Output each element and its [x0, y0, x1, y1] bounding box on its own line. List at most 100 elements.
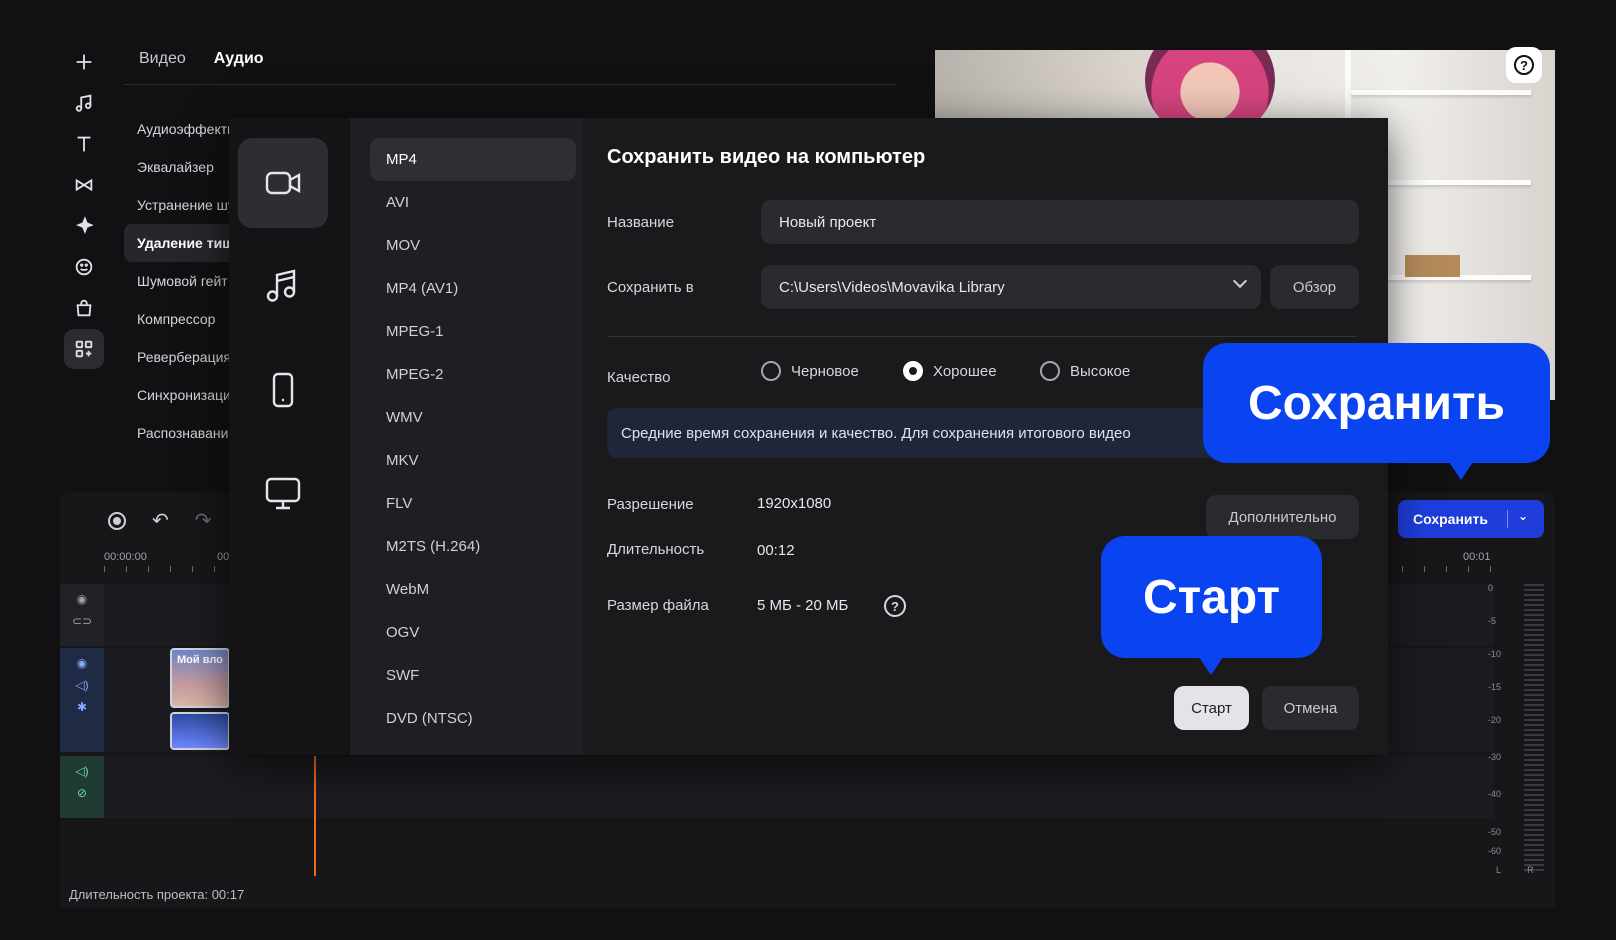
more-tools-button[interactable]: [64, 329, 104, 369]
chevron-down-icon[interactable]: ⌄: [1518, 509, 1528, 523]
stickers-button[interactable]: [64, 247, 104, 287]
format-item[interactable]: MP4 (AV1): [370, 267, 576, 310]
format-item-selected[interactable]: MP4: [370, 138, 576, 181]
help-button[interactable]: ?: [1506, 47, 1542, 83]
tab-video[interactable]: Видео: [139, 50, 186, 68]
quality-label: Качество: [607, 369, 671, 386]
music-note-icon: [75, 94, 92, 112]
meter-label: -60: [1488, 846, 1502, 856]
preview-box: [1405, 255, 1460, 277]
save-button-label: Сохранить: [1413, 511, 1488, 527]
effect-item[interactable]: Эквалайзер: [124, 148, 234, 186]
effect-item[interactable]: Устранение шума: [124, 186, 234, 224]
quality-draft-radio[interactable]: Черновое: [761, 361, 859, 381]
category-video[interactable]: [238, 138, 328, 228]
export-categories: [229, 118, 350, 755]
format-item[interactable]: WMV: [370, 396, 576, 439]
save-path-value: C:\Users\Videos\Movavika Library: [779, 278, 1005, 296]
eye-icon[interactable]: ◉: [77, 592, 87, 606]
question-icon: ?: [1514, 55, 1534, 75]
format-item[interactable]: WebM: [370, 568, 576, 611]
duration-label: Длительность: [607, 541, 705, 558]
meter-bars: [1524, 584, 1544, 874]
playhead[interactable]: [314, 756, 316, 876]
redo-icon[interactable]: ↷: [195, 508, 212, 533]
format-item[interactable]: SWF: [370, 654, 576, 697]
format-item[interactable]: MKV: [370, 439, 576, 482]
format-item[interactable]: M2TS (H.264): [370, 525, 576, 568]
format-item[interactable]: MOV: [370, 224, 576, 267]
browse-button[interactable]: Обзор: [1270, 265, 1359, 309]
track-header-video: ◉ ◁) ✱: [60, 648, 104, 752]
ruler-time-partial: 00: [217, 551, 230, 563]
sticker-icon: [75, 258, 93, 276]
volume-icon[interactable]: ◁): [75, 764, 88, 778]
titles-button[interactable]: [64, 124, 104, 164]
meter-label: -50: [1488, 827, 1502, 837]
meter-label: -10: [1488, 649, 1502, 659]
save-to-label: Сохранить в: [607, 279, 694, 296]
audio-effects-list: Аудиоэффекты Эквалайзер Устранение шума …: [124, 110, 234, 452]
volume-icon[interactable]: ◁): [75, 678, 88, 692]
tools-tabs: Видео Аудио: [139, 50, 264, 68]
format-item[interactable]: DVD (NTSC): [370, 697, 576, 740]
track-header-audio: ◁) ⊘: [60, 756, 104, 818]
text-icon: [77, 136, 91, 152]
audio-waveform-clip[interactable]: [170, 712, 230, 750]
link-icon[interactable]: ⊂⊃: [72, 614, 92, 628]
advanced-button[interactable]: Дополнительно: [1206, 495, 1359, 539]
record-icon[interactable]: [108, 511, 126, 530]
ruler-time-start: 00:00:00: [104, 551, 147, 563]
question-icon[interactable]: ?: [884, 595, 906, 617]
ruler-time-end: 00:01: [1463, 551, 1491, 563]
effect-item[interactable]: Распознавание: [124, 414, 234, 452]
start-button[interactable]: Старт: [1174, 686, 1249, 730]
timeline-controls: ↶ ↷: [108, 508, 212, 533]
category-audio[interactable]: [238, 241, 328, 331]
save-path-select[interactable]: C:\Users\Videos\Movavika Library: [761, 265, 1261, 309]
effect-item[interactable]: Компрессор: [124, 300, 234, 338]
music-button[interactable]: [64, 83, 104, 123]
video-clip[interactable]: Мой вло: [170, 648, 230, 708]
quality-high-radio[interactable]: Высокое: [1040, 361, 1130, 381]
effects-button[interactable]: [64, 206, 104, 246]
category-devices[interactable]: [238, 345, 328, 435]
more-tools-icon: [75, 340, 93, 358]
effect-item[interactable]: Синхронизация: [124, 376, 234, 414]
eye-icon[interactable]: ◉: [77, 656, 87, 670]
transitions-button[interactable]: [64, 165, 104, 205]
name-value: Новый проект: [779, 213, 877, 231]
unlink-icon[interactable]: ⊘: [77, 786, 87, 800]
radio-label: Хорошее: [933, 362, 997, 380]
project-duration: Длительность проекта: 00:17: [69, 887, 245, 902]
cancel-button[interactable]: Отмена: [1262, 686, 1359, 730]
tabs-divider: [124, 84, 896, 85]
effect-item[interactable]: Реверберация: [124, 338, 234, 376]
effect-item[interactable]: Шумовой гейт: [124, 262, 234, 300]
format-item[interactable]: AVI: [370, 181, 576, 224]
meter-label: -15: [1488, 682, 1502, 692]
radio-circle: [1040, 361, 1060, 381]
effect-item[interactable]: Аудиоэффекты: [124, 110, 234, 148]
clip-title: Мой вло: [177, 654, 223, 666]
section-divider: [607, 336, 1357, 337]
format-item[interactable]: OGV: [370, 611, 576, 654]
phone-icon: [272, 372, 294, 408]
format-item[interactable]: MPEG-1: [370, 310, 576, 353]
store-button[interactable]: [64, 288, 104, 328]
track-audio[interactable]: [104, 756, 1494, 818]
save-button[interactable]: Сохранить ⌄: [1398, 500, 1544, 538]
format-item[interactable]: FLV: [370, 482, 576, 525]
add-media-button[interactable]: [64, 42, 104, 82]
quality-good-radio[interactable]: Хорошее: [903, 361, 997, 381]
category-tv[interactable]: [238, 448, 328, 538]
effects-icon[interactable]: ✱: [77, 700, 87, 714]
meter-channels: L R: [1496, 865, 1546, 875]
effect-item-selected[interactable]: Удаление тишины: [124, 224, 234, 262]
name-field[interactable]: Новый проект: [761, 200, 1359, 244]
format-item[interactable]: MPEG-2: [370, 353, 576, 396]
duration-value: 00:12: [757, 542, 795, 559]
undo-icon[interactable]: ↶: [152, 508, 169, 533]
meter-label: -5: [1488, 616, 1497, 626]
tab-audio[interactable]: Аудио: [214, 50, 264, 68]
